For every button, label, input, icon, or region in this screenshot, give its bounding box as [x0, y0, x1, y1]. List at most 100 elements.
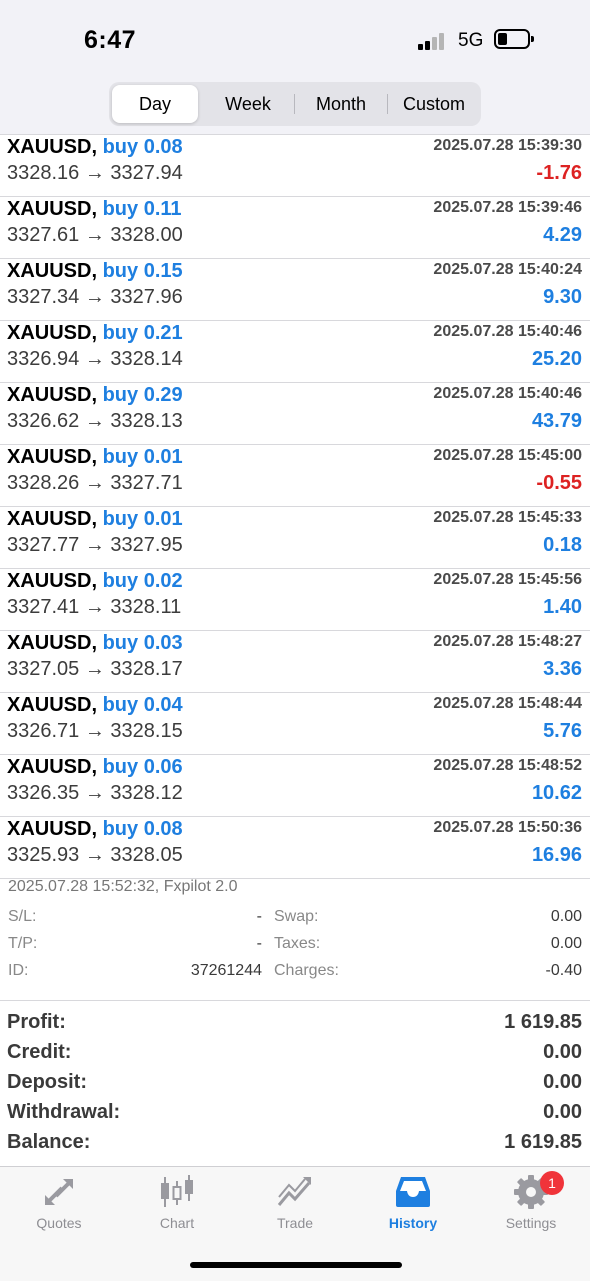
deal-time: 2025.07.28 15:50:36: [433, 819, 582, 836]
deal-title: XAUUSD, buy 0.01: [7, 446, 183, 469]
deal-symbol: XAUUSD,: [7, 694, 98, 716]
deal-row[interactable]: XAUUSD, buy 0.08 2025.07.28 15:39:30 3328.…: [0, 135, 590, 197]
deal-symbol: XAUUSD,: [7, 198, 98, 220]
deal-row[interactable]: XAUUSD, buy 0.03 2025.07.28 15:48:27 3327.…: [0, 631, 590, 693]
deal-prices: 3328.16 → 3327.94: [7, 162, 183, 184]
deal-time: 2025.07.28 15:40:46: [433, 323, 582, 340]
deal-time: 2025.07.28 15:39:30: [433, 137, 582, 154]
deal-title: XAUUSD, buy 0.29: [7, 384, 183, 407]
deal-type: buy 0.06: [102, 756, 183, 778]
tab-month[interactable]: Month: [296, 85, 386, 123]
deal-time: 2025.07.28 15:48:44: [433, 695, 582, 712]
deal-profit: 0.18: [543, 534, 582, 556]
deal-type: buy 0.08: [102, 136, 183, 158]
sl-value: -: [256, 908, 262, 925]
id-value: 37261244: [190, 962, 262, 979]
deal-title: XAUUSD, buy 0.01: [7, 508, 183, 531]
candlestick-chart-icon: [161, 1175, 193, 1207]
deal-profit: -1.76: [536, 162, 582, 184]
deal-title: XAUUSD, buy 0.08: [7, 136, 183, 159]
summary-row-withdrawal: Withdrawal: 0.00: [0, 1101, 590, 1131]
status-time: 6:47: [84, 26, 137, 54]
tab-custom[interactable]: Custom: [389, 85, 479, 123]
deal-type: buy 0.02: [102, 570, 183, 592]
deal-row[interactable]: XAUUSD, buy 0.01 2025.07.28 15:45:33 3327.…: [0, 507, 590, 569]
deal-title: XAUUSD, buy 0.02: [7, 570, 183, 593]
period-selector-bar: Day Week Month Custom: [0, 80, 590, 135]
deal-row[interactable]: XAUUSD, buy 0.02 2025.07.28 15:45:56 3327.…: [0, 569, 590, 631]
tab-chart[interactable]: Chart: [118, 1173, 236, 1233]
deal-title: XAUUSD, buy 0.15: [7, 260, 183, 283]
quotes-icon: [45, 1179, 73, 1205]
inbox-tray-icon: [396, 1177, 430, 1207]
profit-label: Profit:: [7, 1011, 66, 1033]
deal-row[interactable]: XAUUSD, buy 0.01 2025.07.28 15:45:00 3328.…: [0, 445, 590, 507]
deal-symbol: XAUUSD,: [7, 508, 98, 530]
withdrawal-value: 0.00: [543, 1101, 582, 1123]
summary-row-credit: Credit: 0.00: [0, 1041, 590, 1071]
taxes-label: Taxes:: [274, 935, 321, 952]
deal-prices: 3326.71 → 3328.15: [7, 720, 183, 742]
trade-icon: [277, 1177, 311, 1206]
home-indicator: [190, 1262, 402, 1268]
deal-title: XAUUSD, buy 0.04: [7, 694, 183, 717]
deal-profit: 10.62: [531, 782, 582, 804]
deal-time: 2025.07.28 15:45:00: [433, 447, 582, 464]
deal-profit: 3.36: [543, 658, 582, 680]
deal-symbol: XAUUSD,: [7, 756, 98, 778]
tab-week[interactable]: Week: [203, 85, 293, 123]
tab-day[interactable]: Day: [112, 85, 198, 123]
deal-prices: 3327.77 → 3327.95: [7, 534, 183, 556]
tab-quotes-label: Quotes: [36, 1215, 82, 1231]
deal-type: buy 0.08: [102, 818, 183, 840]
deal-row[interactable]: XAUUSD, buy 0.15 2025.07.28 15:40:24 3327.…: [0, 259, 590, 321]
deal-profit: 5.76: [543, 720, 582, 742]
settings-notification-badge: 1: [540, 1171, 564, 1195]
deal-time: 2025.07.28 15:45:56: [433, 571, 582, 588]
deal-row[interactable]: XAUUSD, buy 0.06 2025.07.28 15:48:52 3326.…: [0, 755, 590, 817]
balance-value: 1 619.85: [504, 1131, 582, 1153]
deal-profit: 9.30: [543, 286, 582, 308]
deal-row[interactable]: XAUUSD, buy 0.11 2025.07.28 15:39:46 3327.…: [0, 197, 590, 259]
deals-list: XAUUSD, buy 0.08 2025.07.28 15:39:30 3328.…: [0, 135, 590, 879]
deal-type: buy 0.11: [102, 198, 182, 220]
deal-title: XAUUSD, buy 0.08: [7, 818, 183, 841]
deal-prices: 3326.62 → 3328.13: [7, 410, 183, 432]
segment-divider: [387, 94, 388, 114]
deal-type: buy 0.29: [102, 384, 183, 406]
tab-settings[interactable]: 1 Settings: [472, 1171, 590, 1233]
deal-prices: 3326.35 → 3328.12: [7, 782, 183, 804]
deal-type: buy 0.03: [102, 632, 183, 654]
detail-title: 2025.07.28 15:52:32, Fxpilot 2.0: [8, 878, 238, 895]
tab-trade[interactable]: Trade: [236, 1173, 354, 1233]
tab-history-label: History: [388, 1215, 438, 1231]
battery-icon: [494, 29, 534, 49]
deal-prices: 3328.26 → 3327.71: [7, 472, 183, 494]
deal-title: XAUUSD, buy 0.21: [7, 322, 183, 345]
summary-row-deposit: Deposit: 0.00: [0, 1071, 590, 1101]
status-bar: 6:47 5G: [0, 0, 590, 80]
tab-quotes[interactable]: Quotes: [0, 1173, 118, 1233]
balance-label: Balance:: [7, 1131, 91, 1153]
segment-divider: [294, 94, 295, 114]
deal-row[interactable]: XAUUSD, buy 0.29 2025.07.28 15:40:46 3326.…: [0, 383, 590, 445]
deal-title: XAUUSD, buy 0.11: [7, 198, 182, 221]
deposit-value: 0.00: [543, 1071, 582, 1093]
deal-profit: -0.55: [536, 472, 582, 494]
cellular-signal-icon: [418, 32, 448, 50]
deal-row[interactable]: XAUUSD, buy 0.08 2025.07.28 15:50:36 3325.…: [0, 817, 590, 879]
deal-time: 2025.07.28 15:40:24: [433, 261, 582, 278]
deal-time: 2025.07.28 15:48:27: [433, 633, 582, 650]
deal-type: buy 0.15: [102, 260, 183, 282]
deal-row[interactable]: XAUUSD, buy 0.21 2025.07.28 15:40:46 3326.…: [0, 321, 590, 383]
deal-profit: 16.96: [531, 844, 582, 866]
deal-row[interactable]: XAUUSD, buy 0.04 2025.07.28 15:48:44 3326.…: [0, 693, 590, 755]
summary-row-balance: Balance: 1 619.85: [0, 1131, 590, 1161]
detail-row: ID: 37261244 Charges: -0.40: [0, 962, 590, 988]
account-summary: Profit: 1 619.85 Credit: 0.00 Deposit: 0…: [0, 1000, 590, 1153]
credit-value: 0.00: [543, 1041, 582, 1063]
credit-label: Credit:: [7, 1041, 72, 1063]
deal-time: 2025.07.28 15:45:33: [433, 509, 582, 526]
deal-type: buy 0.01: [102, 508, 183, 530]
tab-history[interactable]: History: [354, 1173, 472, 1233]
